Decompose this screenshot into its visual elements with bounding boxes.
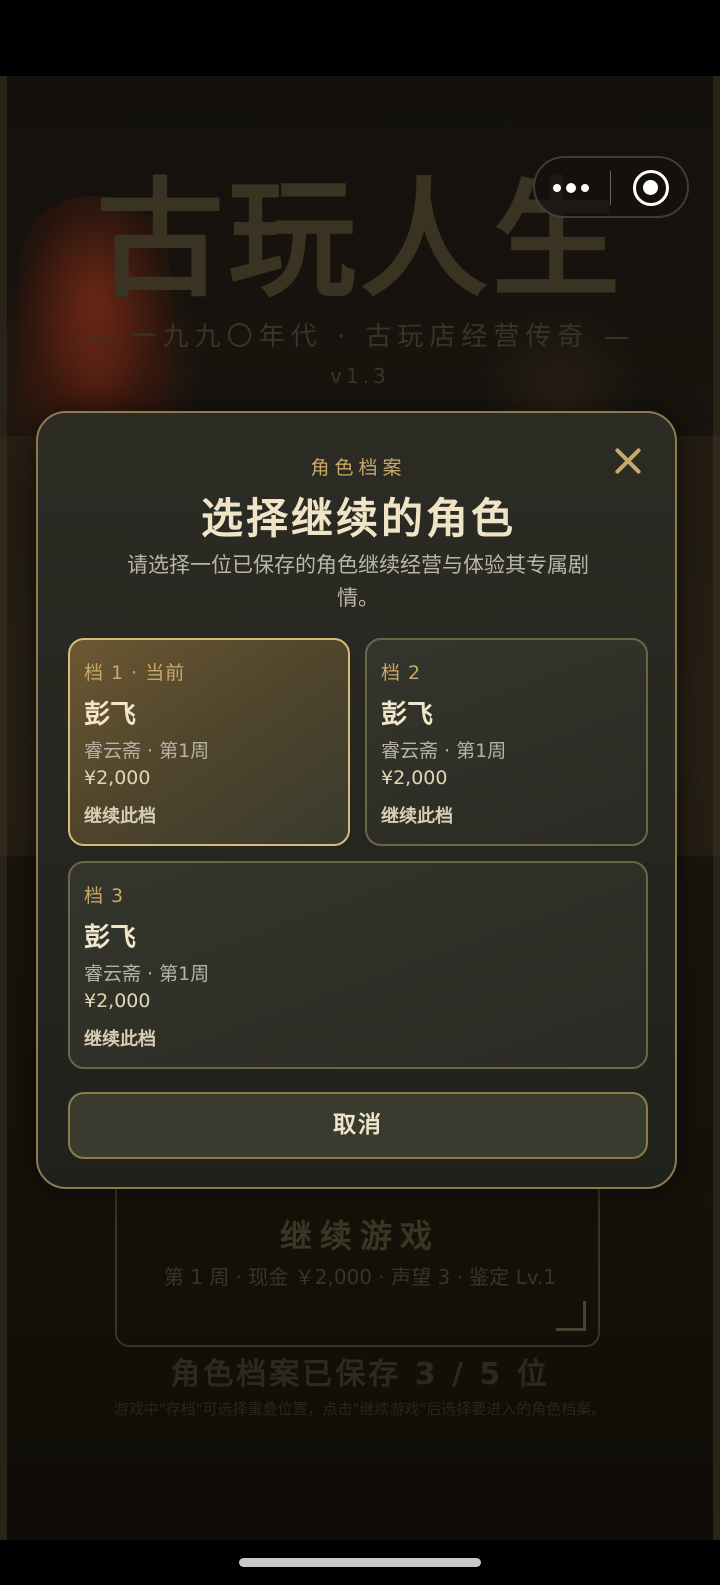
modal-eyebrow: 角色档案 bbox=[310, 457, 407, 479]
save-slot-3[interactable]: 档 3 彭飞 睿云斋 · 第1周 ¥2,000 继续此档 bbox=[68, 861, 648, 1069]
slot-tag: 档 3 bbox=[84, 885, 125, 907]
slot-shop-week: 睿云斋 · 第1周 bbox=[84, 963, 210, 985]
save-count: 角色档案已保存 3 / 5 位 bbox=[170, 1357, 550, 1392]
role-select-modal: 角色档案 选择继续的角色 请选择一位已保存的角色继续经营与体验其专属剧情。 档 … bbox=[36, 411, 677, 1189]
slot-money: ¥2,000 bbox=[84, 990, 151, 1012]
close-x-icon[interactable] bbox=[609, 441, 649, 481]
corner-ornament bbox=[556, 1301, 586, 1331]
game-version: v1.3 bbox=[330, 364, 390, 388]
target-close-icon[interactable] bbox=[633, 170, 669, 206]
slot-money: ¥2,000 bbox=[84, 767, 151, 789]
modal-title: 选择继续的角色 bbox=[200, 494, 516, 543]
modal-description: 请选择一位已保存的角色继续经营与体验其专属剧情。 bbox=[127, 553, 589, 610]
save-slot-2[interactable]: 档 2 彭飞 睿云斋 · 第1周 ¥2,000 继续此档 bbox=[365, 638, 648, 846]
slot-role-name: 彭飞 bbox=[84, 700, 137, 730]
capsule-divider bbox=[610, 171, 611, 205]
slot-role-name: 彭飞 bbox=[381, 700, 434, 730]
slot-continue-label: 继续此档 bbox=[84, 806, 156, 827]
home-indicator[interactable] bbox=[239, 1558, 481, 1567]
slot-continue-label: 继续此档 bbox=[84, 1029, 156, 1050]
save-slot-1[interactable]: 档 1 · 当前 彭飞 睿云斋 · 第1周 ¥2,000 继续此档 bbox=[68, 638, 350, 846]
slot-money: ¥2,000 bbox=[381, 767, 448, 789]
continue-game-title: 继续游戏 bbox=[279, 1217, 440, 1255]
continue-game-info: 第 1 周 · 现金 ￥2,000 · 声望 3 · 鉴定 Lv.1 bbox=[163, 1265, 557, 1289]
more-dots-icon[interactable] bbox=[549, 166, 597, 210]
status-bar bbox=[0, 0, 720, 76]
slot-role-name: 彭飞 bbox=[84, 923, 137, 953]
slot-shop-week: 睿云斋 · 第1周 bbox=[381, 740, 507, 762]
mini-program-capsule bbox=[533, 156, 689, 218]
cancel-button[interactable]: 取消 bbox=[68, 1092, 648, 1159]
game-subtitle: — 一九九〇年代 · 古玩店经营传奇 — bbox=[84, 322, 636, 352]
slot-shop-week: 睿云斋 · 第1周 bbox=[84, 740, 210, 762]
slot-tag: 档 2 bbox=[381, 662, 422, 684]
slot-tag: 档 1 · 当前 bbox=[84, 662, 186, 684]
slot-continue-label: 继续此档 bbox=[381, 806, 453, 827]
save-hint: 游戏中"存档"可选择重叠位置，点击"继续游戏"后选择要进入的角色档案。 bbox=[113, 1400, 607, 1418]
